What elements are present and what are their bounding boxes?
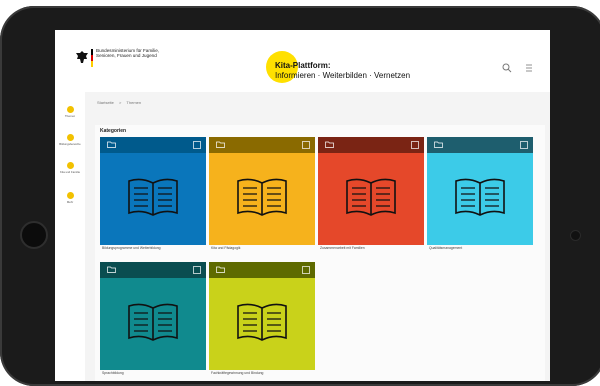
platform-title[interactable]: Kita-Plattform: [275,61,331,70]
screen: Bundesministerium für Familie, Senioren,… [55,30,550,381]
expand-icon[interactable] [411,141,419,149]
sidebar-item-label: Mehr [66,200,74,204]
book-icon [128,178,178,216]
section-title: Kategorien [100,128,127,134]
tile-header [427,137,533,153]
menu-icon[interactable] [525,63,533,73]
main-content: Startseite > Themen Kategorien Bildungsp… [85,92,550,381]
folder-icon [216,141,225,148]
sidebar: Themen Bildungsbereiche Kita und Familie… [55,92,86,381]
tile-body [100,153,206,245]
folder-icon [434,141,443,148]
sidebar-item-bildungsbereiche[interactable]: Bildungsbereiche [55,134,85,146]
expand-icon[interactable] [193,141,201,149]
tile-label: Sprachbildung [102,371,124,375]
folder-icon [325,141,334,148]
breadcrumb-current: Themen [126,100,142,105]
tile-label: Kita und Pädagogik [211,246,241,250]
camera [570,230,581,241]
expand-icon[interactable] [520,141,528,149]
bildungsbereiche-icon [66,134,74,141]
book-icon [128,303,178,341]
tile-header [100,137,206,153]
folder-icon [107,141,116,148]
family-icon [66,162,74,169]
site-header: Bundesministerium für Familie, Senioren,… [55,30,550,92]
tile-body [209,153,315,245]
flag-bar [91,49,93,67]
tile-label: Bildungsprogramme und Weiterbildung [102,246,161,250]
tile-header [318,137,424,153]
home-button[interactable] [20,221,48,249]
sidebar-item-label: Bildungsbereiche [59,142,81,146]
federal-eagle-icon [76,51,88,63]
tile-header [100,262,206,278]
breadcrumb: Startseite > Themen [97,100,145,105]
tile-label: Zusammenarbeit mit Familien [320,246,365,250]
tile-body [100,278,206,370]
tile-label: Fachkräftegewinnung und Bindung [211,371,264,375]
breadcrumb-separator: > [119,100,122,105]
folder-icon [107,266,116,273]
tile-header [209,137,315,153]
sidebar-item-label: Kita und Familie [59,170,81,174]
sidebar-item-kita-familie[interactable]: Kita und Familie [55,162,85,174]
book-icon [237,303,287,341]
tile-body [427,153,533,245]
expand-icon[interactable] [193,266,201,274]
tile-label: Qualitätsmanagement [429,246,463,250]
tile-body [318,153,424,245]
sidebar-item-mehr[interactable]: Mehr [55,192,85,204]
more-icon [66,192,74,199]
ministry-name[interactable]: Bundesministerium für Familie, Senioren,… [96,48,166,58]
book-icon [237,178,287,216]
sidebar-item-label: Themen [64,114,76,118]
categories-section: Kategorien Bildungsprogramme und Weiterb… [95,125,545,381]
themen-icon [66,106,74,113]
book-icon [455,178,505,216]
expand-icon[interactable] [302,266,310,274]
search-icon[interactable] [502,63,512,73]
expand-icon[interactable] [302,141,310,149]
tile-header [209,262,315,278]
book-icon [346,178,396,216]
sidebar-item-themen[interactable]: Themen [55,106,85,118]
breadcrumb-home[interactable]: Startseite [97,100,114,105]
folder-icon [216,266,225,273]
platform-subtitle: Informieren · Weiterbilden · Vernetzen [275,71,411,80]
tile-body [209,278,315,370]
